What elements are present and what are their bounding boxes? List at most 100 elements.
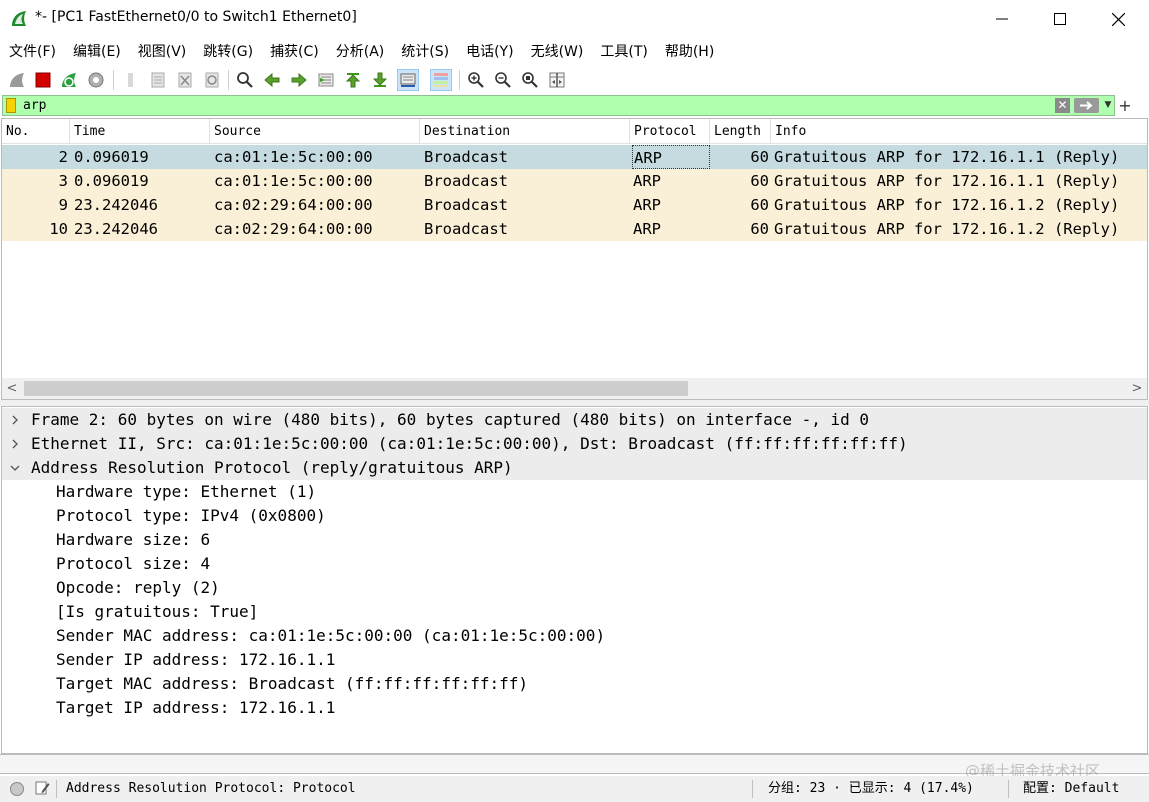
cell-protocol: ARP <box>633 220 661 238</box>
menu-analyze[interactable]: 分析(A) <box>331 41 390 61</box>
cell-source: ca:01:1e:5c:00:00 <box>214 172 373 190</box>
cell-source: ca:01:1e:5c:00:00 <box>214 148 373 166</box>
menu-edit[interactable]: 编辑(E) <box>68 41 126 61</box>
detail-tree-leaf[interactable]: Hardware type: Ethernet (1) <box>2 480 1147 504</box>
packet-list-horizontal-scrollbar[interactable]: < > <box>2 378 1147 399</box>
wireshark-fin-icon <box>9 9 29 29</box>
detail-text: Hardware type: Ethernet (1) <box>56 482 317 501</box>
column-header-source[interactable]: Source <box>210 119 420 144</box>
column-header-length[interactable]: Length <box>710 119 771 144</box>
display-filter-input[interactable] <box>23 97 1033 114</box>
minimize-button[interactable] <box>973 0 1031 38</box>
close-file-icon[interactable] <box>174 69 196 91</box>
find-packet-icon[interactable] <box>234 69 256 91</box>
detail-text: [Is gratuitous: True] <box>56 602 259 621</box>
column-header-time[interactable]: Time <box>70 119 210 144</box>
detail-tree-leaf[interactable]: Sender IP address: 172.16.1.1 <box>2 648 1147 672</box>
menu-bar: 文件(F) 编辑(E) 视图(V) 跳转(G) 捕获(C) 分析(A) 统计(S… <box>0 38 1149 64</box>
column-header-no[interactable]: No. <box>2 119 70 144</box>
close-icon <box>1111 12 1125 26</box>
status-profile[interactable]: 配置: Default <box>1023 776 1119 802</box>
detail-tree-leaf[interactable]: Protocol size: 4 <box>2 552 1147 576</box>
expert-info-status-icon[interactable] <box>10 782 24 796</box>
detail-tree-leaf[interactable]: Target MAC address: Broadcast (ff:ff:ff:… <box>2 672 1147 696</box>
detail-text: Ethernet II, Src: ca:01:1e:5c:00:00 (ca:… <box>31 434 908 453</box>
cell-info: Gratuitous ARP for 172.16.1.1 (Reply) <box>774 172 1120 190</box>
cell-time: 0.096019 <box>74 148 149 166</box>
menu-help[interactable]: 帮助(H) <box>660 41 719 61</box>
zoom-in-icon[interactable] <box>465 69 487 91</box>
detail-text: Address Resolution Protocol (reply/gratu… <box>31 458 513 477</box>
detail-tree-leaf[interactable]: Hardware size: 6 <box>2 528 1147 552</box>
detail-tree-node[interactable]: Frame 2: 60 bytes on wire (480 bits), 60… <box>2 408 1147 432</box>
maximize-button[interactable] <box>1031 0 1089 38</box>
menu-tools[interactable]: 工具(T) <box>595 41 652 61</box>
menu-go[interactable]: 跳转(G) <box>198 41 258 61</box>
detail-text: Sender IP address: 172.16.1.1 <box>56 650 336 669</box>
cell-time: 23.242046 <box>74 220 158 238</box>
cell-time: 0.096019 <box>74 172 149 190</box>
detail-tree-leaf[interactable]: [Is gratuitous: True] <box>2 600 1147 624</box>
detail-text: Protocol size: 4 <box>56 554 211 573</box>
menu-view[interactable]: 视图(V) <box>133 41 192 61</box>
packet-row[interactable]: 10 23.242046 ca:02:29:64:00:00 Broadcast ARP… <box>2 217 1147 241</box>
column-header-protocol[interactable]: Protocol <box>630 119 710 144</box>
open-file-icon[interactable] <box>120 69 142 91</box>
close-button[interactable] <box>1089 0 1147 38</box>
clear-filter-icon[interactable]: ✕ <box>1055 98 1070 113</box>
stop-capture-icon[interactable] <box>32 69 54 91</box>
go-last-icon[interactable] <box>369 69 391 91</box>
detail-text: Hardware size: 6 <box>56 530 211 549</box>
detail-tree-leaf[interactable]: Protocol type: IPv4 (0x0800) <box>2 504 1147 528</box>
cell-no: 10 <box>49 220 68 238</box>
menu-wireless[interactable]: 无线(W) <box>526 41 589 61</box>
detail-tree-leaf[interactable]: Sender MAC address: ca:01:1e:5c:00:00 (c… <box>2 624 1147 648</box>
restart-capture-icon[interactable] <box>58 69 80 91</box>
go-back-icon[interactable] <box>261 69 283 91</box>
menu-capture[interactable]: 捕获(C) <box>265 41 324 61</box>
add-filter-button-icon[interactable]: + <box>1118 95 1132 116</box>
chevron-right-icon[interactable] <box>8 432 22 456</box>
go-to-packet-icon[interactable] <box>315 69 337 91</box>
apply-filter-icon[interactable] <box>1074 98 1099 113</box>
go-forward-icon[interactable] <box>288 69 310 91</box>
bookmark-icon[interactable] <box>6 98 16 113</box>
detail-tree-node[interactable]: Address Resolution Protocol (reply/gratu… <box>2 456 1147 480</box>
detail-text: Protocol type: IPv4 (0x0800) <box>56 506 326 525</box>
start-capture-icon[interactable] <box>6 69 28 91</box>
packet-row[interactable]: 9 23.242046 ca:02:29:64:00:00 Broadcast ARP 6… <box>2 193 1147 217</box>
packet-details: Frame 2: 60 bytes on wire (480 bits), 60… <box>1 406 1148 754</box>
detail-tree-leaf[interactable]: Target IP address: 172.16.1.1 <box>2 696 1147 720</box>
zoom-normal-icon[interactable] <box>519 69 541 91</box>
cell-source: ca:02:29:64:00:00 <box>214 196 373 214</box>
packet-row[interactable]: 3 0.096019 ca:01:1e:5c:00:00 Broadcast ARP 60… <box>2 169 1147 193</box>
scroll-left-icon[interactable]: < <box>2 378 22 399</box>
menu-statistics[interactable]: 统计(S) <box>396 41 454 61</box>
detail-tree-node[interactable]: Ethernet II, Src: ca:01:1e:5c:00:00 (ca:… <box>2 432 1147 456</box>
zoom-out-icon[interactable] <box>492 69 514 91</box>
menu-file[interactable]: 文件(F) <box>4 41 61 61</box>
resize-columns-icon[interactable] <box>546 69 568 91</box>
packet-row[interactable]: 2 0.096019 ca:01:1e:5c:00:00 Broadcast ARP 60… <box>2 145 1147 169</box>
autoscroll-icon[interactable] <box>397 69 419 91</box>
capture-options-icon[interactable] <box>85 69 107 91</box>
filter-history-dropdown-icon[interactable]: ▼ <box>1102 96 1114 115</box>
reload-file-icon[interactable] <box>201 69 223 91</box>
scroll-right-icon[interactable]: > <box>1127 378 1147 399</box>
colorize-icon[interactable] <box>430 69 452 91</box>
go-first-icon[interactable] <box>342 69 364 91</box>
cell-length: 60 <box>750 172 769 190</box>
scrollbar-thumb[interactable] <box>24 381 688 396</box>
column-header-info[interactable]: Info <box>771 119 1147 144</box>
cell-info: Gratuitous ARP for 172.16.1.2 (Reply) <box>774 220 1120 238</box>
chevron-down-icon[interactable] <box>8 456 22 480</box>
cell-destination: Broadcast <box>424 172 508 190</box>
save-file-icon[interactable] <box>147 69 169 91</box>
menu-telephony[interactable]: 电话(Y) <box>461 41 518 61</box>
detail-text: Target MAC address: Broadcast (ff:ff:ff:… <box>56 674 529 693</box>
column-header-destination[interactable]: Destination <box>420 119 630 144</box>
capture-comment-icon[interactable] <box>33 779 51 797</box>
detail-tree-leaf[interactable]: Opcode: reply (2) <box>2 576 1147 600</box>
cell-no: 3 <box>58 172 68 190</box>
chevron-right-icon[interactable] <box>8 408 22 432</box>
